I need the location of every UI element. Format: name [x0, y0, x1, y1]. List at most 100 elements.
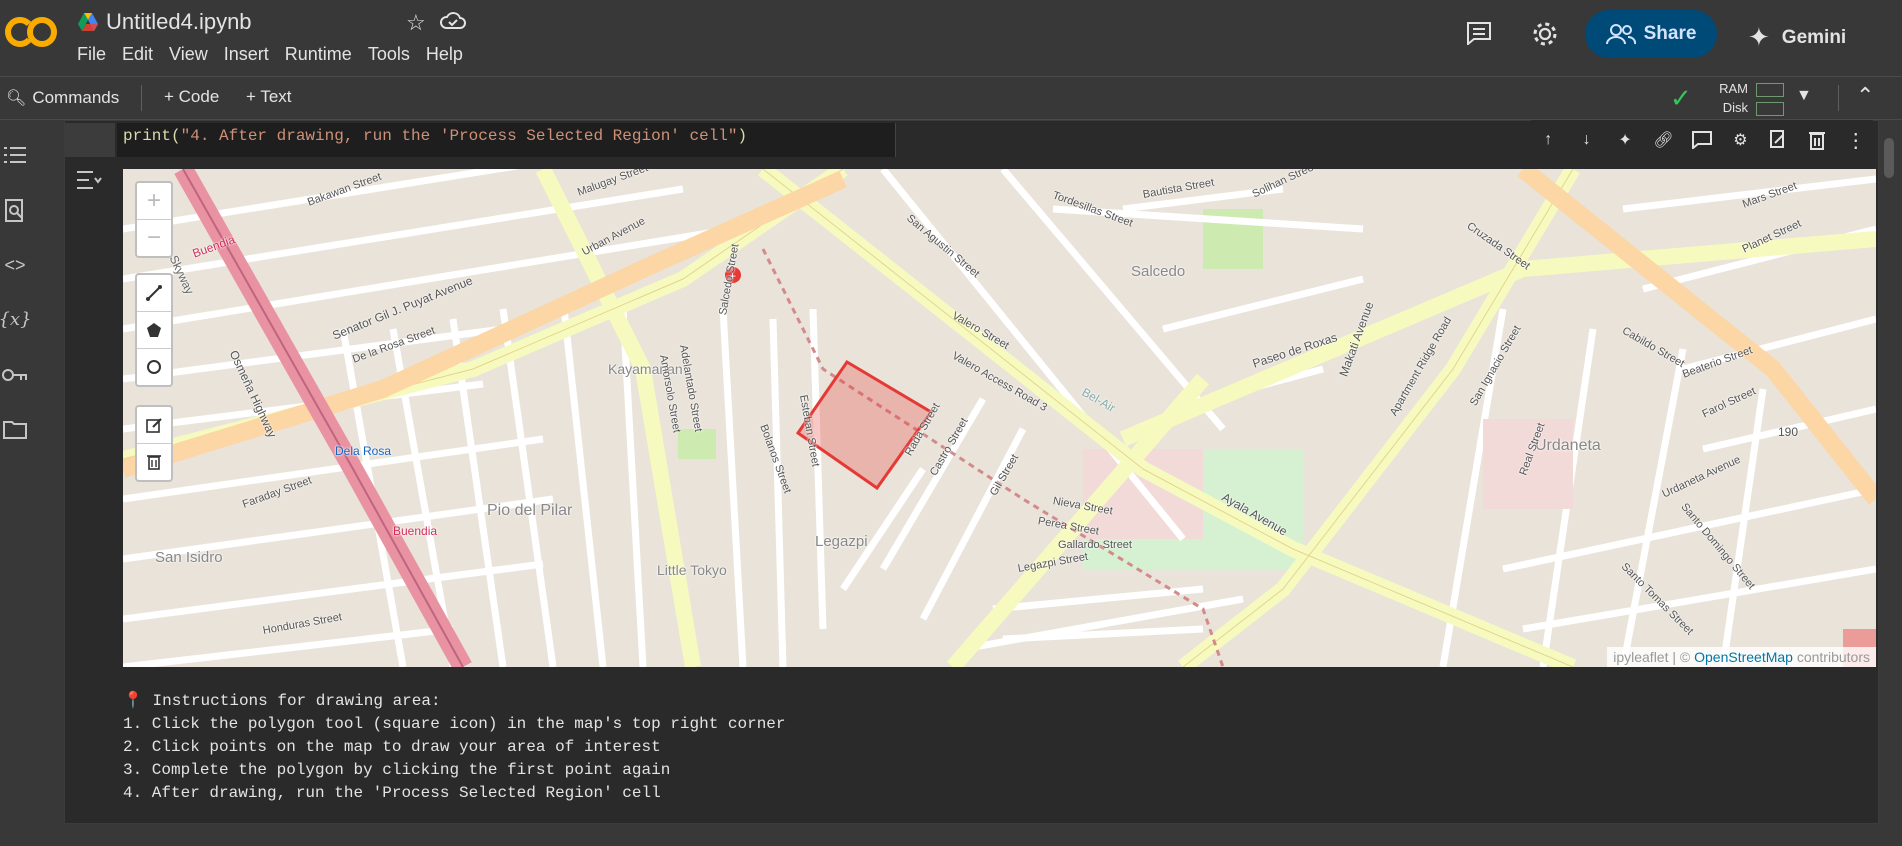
add-code-button[interactable]: + Code: [164, 87, 219, 107]
menu-view[interactable]: View: [169, 44, 208, 65]
map-label: Ayala Avenue: [1219, 489, 1290, 539]
move-down-icon[interactable]: ↓: [1567, 120, 1605, 160]
menu-help[interactable]: Help: [426, 44, 463, 65]
cloud-icon[interactable]: [440, 12, 466, 30]
search-icon: 🔍︎: [6, 90, 27, 107]
secrets-key-icon[interactable]: [0, 360, 30, 390]
map-label: Tordesillas Street: [1050, 189, 1135, 230]
gemini-button[interactable]: ✦ Gemini: [1748, 22, 1846, 53]
attribution-suffix: contributors: [1792, 649, 1870, 665]
draw-toolbar: [135, 273, 173, 387]
code-snippets-icon[interactable]: <>: [0, 250, 30, 280]
people-icon: [1605, 24, 1636, 45]
map-label: Bautista Street: [1141, 176, 1216, 201]
top-bar: Untitled4.ipynb ☆ File Edit View Insert …: [0, 0, 1902, 74]
map-label: Senator Gil J. Puyat Avenue: [330, 273, 475, 343]
map-label: Legazpi: [815, 533, 868, 550]
disk-label: Disk: [1722, 100, 1748, 115]
map-label: Urban Avenue: [580, 215, 648, 259]
map-label: Cabildo Street: [1620, 324, 1687, 371]
check-icon: ✓: [1670, 83, 1692, 113]
menu-edit[interactable]: Edit: [122, 44, 153, 65]
map-label: Adelantado Street: [677, 343, 705, 433]
zoom-in-button[interactable]: +: [137, 183, 171, 220]
colab-logo[interactable]: [4, 12, 60, 52]
output-options-icon[interactable]: [75, 169, 103, 191]
map-label: Cruzada Street: [1464, 220, 1533, 273]
delete-cell-icon[interactable]: [1798, 120, 1836, 160]
map-label: San Agustin Street: [904, 212, 982, 281]
edit-layers-icon[interactable]: [137, 407, 171, 444]
files-folder-icon[interactable]: [0, 414, 30, 444]
map-label: Planet Street: [1740, 217, 1804, 256]
find-icon[interactable]: [0, 196, 30, 226]
code-func: print(: [123, 127, 181, 145]
map-label: Pio del Pilar: [487, 502, 573, 519]
more-options-icon[interactable]: ⋮: [1837, 120, 1875, 160]
map-label: Nieva Street: [1051, 495, 1114, 518]
code-paren: ): [737, 127, 748, 145]
delete-layers-icon[interactable]: [137, 444, 171, 480]
output-heading: Instructions for drawing area:: [142, 692, 441, 710]
code-editor-line[interactable]: print("4. After drawing, run the 'Proces…: [117, 123, 896, 157]
output-line-4: 4. After drawing, run the 'Process Selec…: [123, 784, 661, 802]
map-label: Rada Street: [902, 401, 943, 458]
code-string: "4. After drawing, run the 'Process Sele…: [180, 127, 738, 145]
zoom-control: + −: [135, 181, 173, 258]
map-label: Farol Street: [1700, 385, 1758, 421]
map-label: Santo Domingo Street: [1678, 501, 1758, 592]
star-icon[interactable]: ☆: [406, 10, 426, 36]
map-label: Perea Street: [1036, 515, 1100, 538]
cell-settings-icon[interactable]: ⚙︎: [1721, 120, 1759, 160]
menu-bar: File Edit View Insert Runtime Tools Help: [77, 44, 479, 65]
link-icon[interactable]: 🔗︎: [1644, 120, 1682, 160]
map-label: Valero Access Road 3: [950, 349, 1050, 414]
zoom-out-button[interactable]: −: [137, 220, 171, 256]
ram-bar: [1755, 82, 1784, 97]
map-label: Gallardo Street: [1058, 539, 1132, 551]
map-label: Buendia: [190, 232, 237, 261]
resource-monitor[interactable]: RAM Disk: [1710, 79, 1784, 117]
collapse-header-icon[interactable]: ⌃: [1856, 83, 1874, 109]
map-label: Malugay Street: [575, 169, 650, 199]
gemini-label: Gemini: [1781, 26, 1847, 48]
commands-label: Commands: [32, 88, 120, 107]
map-label: San Isidro: [155, 549, 223, 566]
map-label: Buendia: [393, 524, 438, 538]
map-labels: Skyway Buendia Bakawan Street Malugay Stree…: [123, 169, 1876, 667]
polyline-tool-icon[interactable]: [137, 275, 171, 312]
ram-label: RAM: [1719, 81, 1748, 96]
map-label: Esteban Street: [797, 393, 822, 468]
map-label: Honduras Street: [261, 611, 343, 637]
comment-cell-icon[interactable]: [1683, 120, 1721, 160]
map-label: Little Tokyo: [657, 562, 727, 578]
move-up-icon[interactable]: ↑: [1529, 120, 1567, 160]
map-attribution: ipyleaflet | © OpenStreetMap contributor…: [1607, 647, 1876, 667]
settings-icon[interactable]: [1531, 20, 1559, 48]
commands-button[interactable]: 🔍︎ Commands: [0, 77, 119, 119]
vertical-scrollbar[interactable]: [1884, 138, 1894, 178]
share-button[interactable]: Share: [1585, 10, 1717, 58]
map-label: Salcedo Street: [717, 242, 742, 317]
menu-insert[interactable]: Insert: [224, 44, 269, 65]
map-label: 190: [1778, 425, 1799, 439]
share-label: Share: [1643, 23, 1697, 44]
menu-file[interactable]: File: [77, 44, 106, 65]
mirror-cell-icon[interactable]: [1760, 120, 1798, 160]
cell-toolbar: ↑ ↓ ✦ 🔗︎ ⚙︎ ⋮: [1529, 120, 1875, 160]
menu-tools[interactable]: Tools: [368, 44, 410, 65]
resource-dropdown-icon[interactable]: ▼: [1796, 87, 1812, 105]
add-text-button[interactable]: + Text: [246, 87, 292, 107]
variables-icon[interactable]: {x}: [0, 304, 32, 334]
map-label: Osmeña Highway: [226, 348, 280, 440]
circle-tool-icon[interactable]: [137, 349, 171, 385]
gemini-sparkle-icon[interactable]: ✦: [1606, 120, 1644, 160]
leaflet-map[interactable]: + Skyway Buendia Bakawan Street Malugay Str…: [123, 169, 1876, 667]
comment-icon[interactable]: [1466, 21, 1492, 45]
osm-link[interactable]: OpenStreetMap: [1694, 649, 1793, 665]
table-of-contents-icon[interactable]: [0, 140, 30, 170]
notebook-title[interactable]: Untitled4.ipynb: [106, 9, 252, 35]
menu-runtime[interactable]: Runtime: [285, 44, 352, 65]
map-label: Solihan Street: [1250, 169, 1319, 201]
polygon-tool-icon[interactable]: [137, 312, 171, 349]
